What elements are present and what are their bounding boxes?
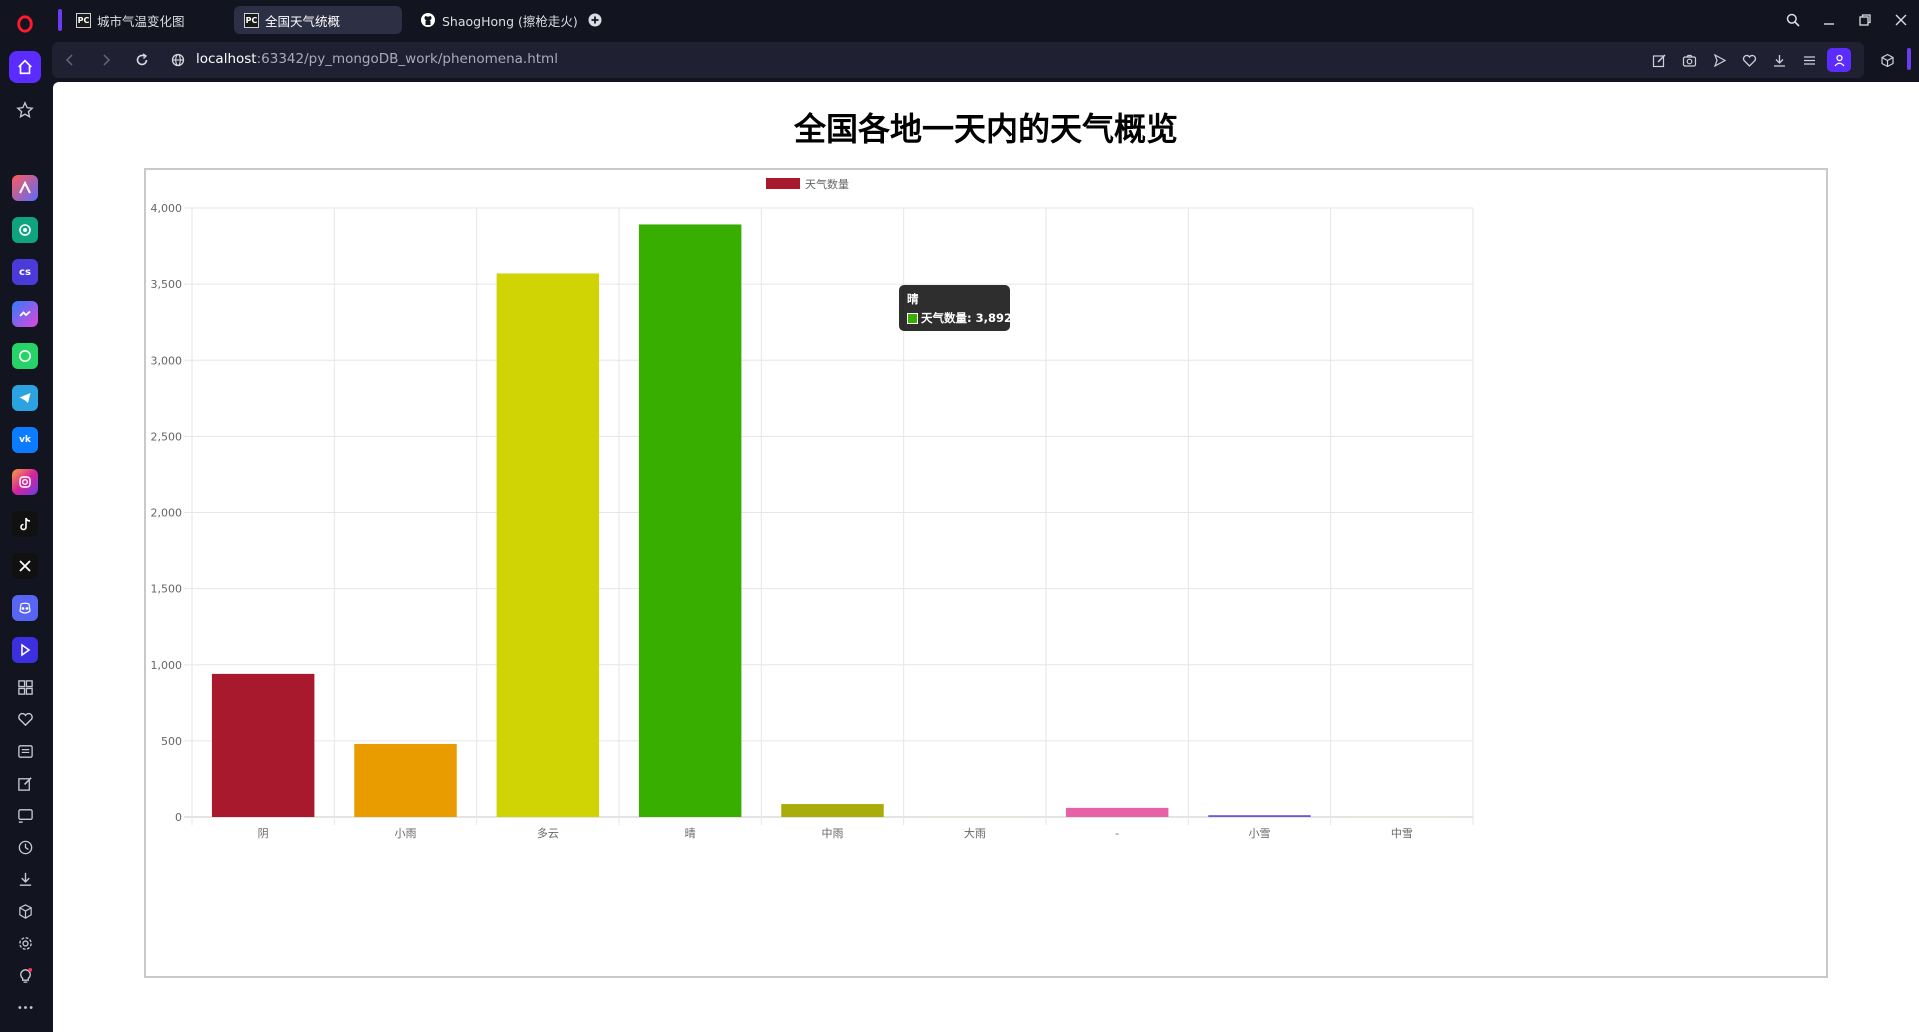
telegram-icon[interactable] [12, 385, 38, 411]
minimize-icon[interactable] [1817, 8, 1841, 32]
tab-weather-overview[interactable]: PC 全国天气统概 [234, 6, 402, 34]
x-tick-label: 小雨 [395, 827, 417, 840]
workspaces-grid-icon[interactable] [14, 676, 36, 698]
bar [1208, 815, 1311, 817]
more-dots-icon[interactable] [14, 996, 36, 1018]
back-icon[interactable] [60, 50, 80, 70]
tab-search-icon[interactable] [1781, 8, 1805, 32]
forward-icon[interactable] [96, 50, 116, 70]
speed-dial-star-icon[interactable] [9, 94, 41, 126]
x-tick-label: - [1115, 827, 1119, 840]
bar [496, 273, 600, 817]
bar [354, 743, 457, 817]
x-tick-label: 小雪 [1249, 827, 1271, 840]
camera-icon[interactable] [1680, 51, 1698, 69]
bookmark-heart-icon[interactable] [1740, 51, 1758, 69]
tab-label: 城市气温变化图 [97, 13, 185, 29]
send-icon[interactable] [1710, 51, 1728, 69]
extensions-icon[interactable] [1878, 51, 1896, 69]
browser-sidebar: cs vk [0, 0, 50, 1032]
x-icon[interactable] [12, 553, 38, 579]
x-tick-label: 阴 [258, 827, 269, 840]
tab-bar: PC 城市气温变化图 PC 全国天气统概 ShaogHong (擦枪走火) [50, 0, 1919, 40]
close-window-icon[interactable] [1889, 8, 1913, 32]
downloads-icon[interactable] [14, 868, 36, 890]
edit-note-icon[interactable] [14, 772, 36, 794]
tab-label: 全国天气统概 [265, 13, 341, 29]
tooltip-color-swatch [907, 312, 918, 324]
discord-icon[interactable] [12, 595, 38, 621]
snapshot-edit-icon[interactable] [1650, 51, 1668, 69]
tab-label: ShaogHong (擦枪走火) [442, 13, 578, 29]
home-icon[interactable] [9, 51, 41, 83]
download-icon[interactable] [1770, 51, 1788, 69]
whatsapp-icon[interactable] [12, 343, 38, 369]
chatgpt-icon[interactable] [12, 217, 38, 243]
y-tick-label: 2,500 [151, 430, 183, 443]
x-tick-label: 大雨 [964, 826, 986, 840]
vk-icon[interactable]: vk [12, 427, 38, 453]
news-icon[interactable] [14, 740, 36, 762]
pycharm-favicon-icon: PC [76, 12, 91, 28]
tips-lightbulb-icon[interactable] [14, 964, 36, 986]
x-tick-label: 中雪 [1391, 827, 1413, 840]
y-tick-label: 0 [175, 811, 182, 824]
tab-city-temperature[interactable]: PC 城市气温变化图 [66, 6, 226, 34]
chart-container: 0 500 1,000 1,500 2,000 2,500 3,000 3,500 4,000 阴… [144, 168, 1828, 978]
legend-swatch [766, 178, 800, 189]
cs-label: cs [19, 266, 31, 278]
bar [638, 224, 742, 817]
url-field[interactable]: localhost:63342/py_mongoDB_work/phenomen… [196, 51, 558, 67]
x-tick-label: 晴 [685, 827, 696, 840]
history-clock-icon[interactable] [14, 836, 36, 858]
tooltip-title: 晴 [907, 292, 919, 306]
bar [923, 816, 1027, 818]
site-info-globe-icon[interactable] [168, 50, 188, 70]
bar [211, 673, 315, 817]
cs-icon[interactable]: cs [12, 259, 38, 285]
bar [781, 804, 884, 817]
sidebar-accent-strip [1907, 48, 1911, 70]
bar [1350, 816, 1454, 818]
new-tab-plus-icon[interactable] [583, 8, 607, 32]
y-tick-label: 3,500 [151, 278, 183, 291]
profile-icon[interactable] [1827, 48, 1851, 72]
tiktok-icon[interactable] [12, 511, 38, 537]
reload-icon[interactable] [132, 50, 152, 70]
y-tick-label: 3,000 [151, 354, 183, 367]
address-bar: localhost:63342/py_mongoDB_work/phenomen… [52, 42, 1864, 78]
url-path: :63342/py_mongoDB_work/phenomena.html [256, 51, 558, 67]
y-tick-label: 4,000 [151, 202, 183, 215]
heart-icon[interactable] [14, 708, 36, 730]
url-host: localhost [196, 51, 257, 67]
x-tick-label: 中雨 [822, 827, 844, 840]
page-title: 全国各地一天内的天气概览 [793, 110, 1178, 148]
x-tick-label: 多云 [537, 826, 559, 840]
y-tick-label: 1,000 [151, 659, 183, 672]
restore-icon[interactable] [1853, 8, 1877, 32]
github-icon [420, 12, 436, 28]
y-tick-label: 2,000 [151, 507, 183, 520]
legend-label: 天气数量 [805, 177, 849, 191]
bar [1065, 807, 1169, 817]
tab-island-marker [58, 9, 62, 31]
settings-gear-icon[interactable] [14, 932, 36, 954]
chart-tooltip: 晴 天气数量: 3,892 [899, 285, 1012, 331]
web-page: 全国各地一天内的天气概览 0 500 1,000 1,500 2,000 2,500 3,0… [53, 82, 1919, 1032]
messenger-icon[interactable] [12, 301, 38, 327]
cast-icon[interactable] [14, 804, 36, 826]
y-tick-label: 1,500 [151, 583, 183, 596]
aria-icon[interactable] [12, 175, 38, 201]
tab-github[interactable]: ShaogHong (擦枪走火) [410, 6, 585, 34]
player-icon[interactable] [12, 637, 38, 663]
easy-setup-icon[interactable] [1800, 51, 1818, 69]
tooltip-value: 天气数量: 3,892 [921, 311, 1012, 325]
pycharm-favicon-icon: PC [244, 12, 259, 28]
opera-logo-icon[interactable] [9, 8, 41, 40]
extensions-cube-icon[interactable] [14, 900, 36, 922]
y-tick-label: 500 [161, 735, 182, 748]
instagram-icon[interactable] [12, 469, 38, 495]
